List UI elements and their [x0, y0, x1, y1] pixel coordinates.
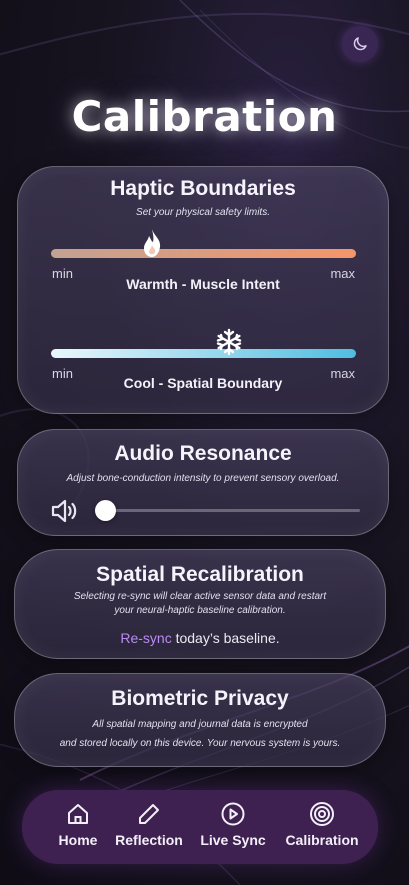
- audio-subtitle: Adjust bone-conduction intensity to prev…: [66, 473, 340, 484]
- audio-resonance-card: Audio Resonance Adjust bone-conduction i…: [17, 429, 389, 536]
- warmth-slider-thumb[interactable]: [140, 227, 164, 259]
- audio-intensity-slider[interactable]: [98, 509, 360, 512]
- nav-item-reflection[interactable]: Reflection: [106, 800, 192, 848]
- warmth-label: Warmth - Muscle Intent: [126, 276, 280, 292]
- spatial-subtitle-line1: Selecting re-sync will clear active sens…: [73, 591, 327, 602]
- nav-label-live-sync: Live Sync: [200, 832, 266, 848]
- pencil-icon: [139, 804, 159, 824]
- volume-button[interactable]: [50, 498, 80, 524]
- resync-rest-text: today’s baseline.: [171, 630, 280, 646]
- spatial-title: Spatial Recalibration: [96, 563, 304, 586]
- cool-label: Cool - Spatial Boundary: [123, 375, 283, 391]
- nav-item-calibration[interactable]: Calibration: [279, 800, 365, 848]
- cool-slider[interactable]: [51, 349, 356, 358]
- resync-link[interactable]: Re-sync: [120, 630, 171, 646]
- biometric-privacy-card: Biometric Privacy All spatial mapping an…: [14, 673, 386, 767]
- speaker-icon: [51, 499, 77, 523]
- theme-toggle-button[interactable]: [342, 26, 378, 62]
- moon-icon: [353, 37, 367, 51]
- haptic-subtitle: Set your physical safety limits.: [136, 207, 270, 218]
- audio-slider-thumb[interactable]: [95, 500, 116, 521]
- nav-label-calibration: Calibration: [285, 832, 359, 848]
- haptic-title: Haptic Boundaries: [110, 177, 296, 200]
- snowflake-icon: [216, 328, 242, 356]
- target-icon: [310, 802, 334, 826]
- flame-icon: [144, 229, 161, 257]
- haptic-boundaries-card: Haptic Boundaries Set your physical safe…: [17, 166, 389, 414]
- warmth-slider[interactable]: [51, 249, 356, 258]
- home-icon: [68, 804, 88, 824]
- spatial-subtitle-line2: your neural-haptic baseline calibration.: [114, 605, 286, 616]
- play-circle-icon: [221, 802, 245, 826]
- privacy-title: Biometric Privacy: [111, 687, 289, 710]
- bottom-nav: Home Reflection Live Sync Calibration: [22, 790, 378, 864]
- nav-item-live-sync[interactable]: Live Sync: [190, 800, 276, 848]
- resync-line: Re-sync today’s baseline.: [15, 630, 385, 646]
- cool-slider-thumb[interactable]: [214, 327, 244, 357]
- spatial-recalibration-card: Spatial Recalibration Selecting re-sync …: [14, 549, 386, 659]
- nav-label-reflection: Reflection: [115, 832, 183, 848]
- privacy-line1: All spatial mapping and journal data is …: [92, 719, 308, 730]
- privacy-line2: and stored locally on this device. Your …: [59, 738, 341, 749]
- page-title: Calibration: [71, 92, 338, 141]
- audio-title: Audio Resonance: [114, 442, 292, 465]
